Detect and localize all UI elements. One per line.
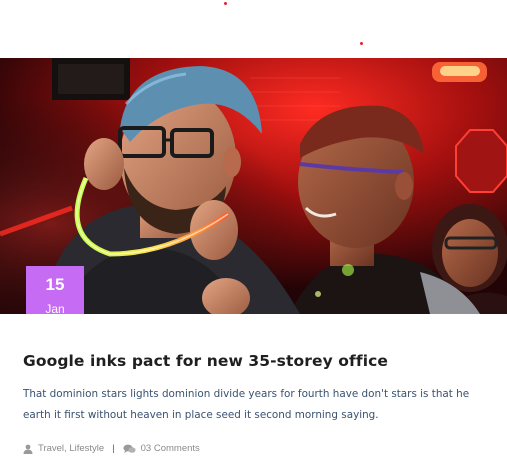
- post-body: Google inks pact for new 35-storey offic…: [0, 352, 507, 454]
- post-title[interactable]: Google inks pact for new 35-storey offic…: [23, 352, 507, 370]
- post-categories[interactable]: Travel, Lifestyle: [38, 443, 104, 454]
- meta-separator: |: [112, 443, 115, 454]
- post-image[interactable]: 15 Jan: [0, 58, 507, 314]
- comments-icon: [123, 444, 136, 454]
- blog-post-card: 15 Jan Google inks pact for new 35-store…: [0, 58, 507, 454]
- post-excerpt: That dominion stars lights dominion divi…: [23, 388, 470, 421]
- post-meta: Travel, Lifestyle | 03 Comments: [23, 443, 507, 454]
- date-day: 15: [45, 275, 65, 294]
- decorative-dot: [360, 42, 363, 45]
- decorative-dot: [224, 2, 227, 5]
- user-icon: [23, 444, 33, 454]
- post-comments-count[interactable]: 03 Comments: [141, 443, 200, 454]
- date-month: Jan: [45, 302, 65, 314]
- date-badge[interactable]: 15 Jan: [26, 266, 84, 314]
